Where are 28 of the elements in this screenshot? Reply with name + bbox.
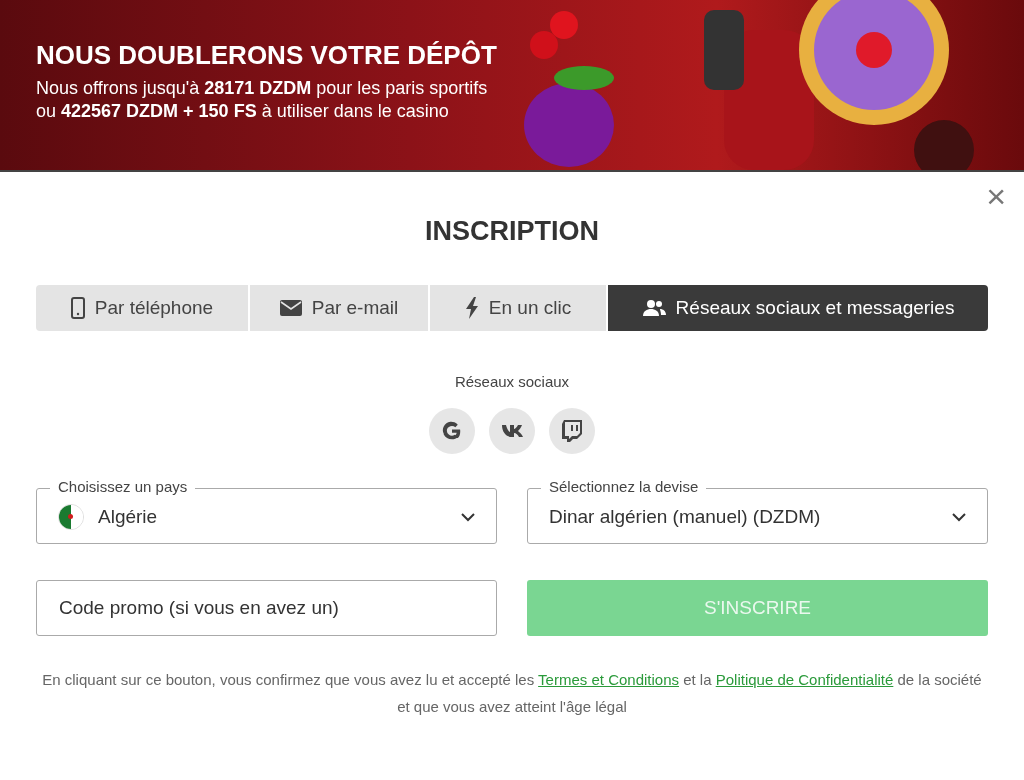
vk-icon <box>501 424 523 438</box>
tab[interactable]: En un clic <box>430 285 606 331</box>
currency-select[interactable]: Sélectionnez la devise Dinar algérien (manuel) (DZDM) <box>527 478 988 544</box>
envelope-icon <box>279 300 302 316</box>
close-button[interactable]: × <box>982 178 1010 214</box>
promo-code-field[interactable]: Code promo (si vous en avez un) <box>36 580 497 636</box>
vk-button[interactable] <box>489 408 535 454</box>
banner-title: NOUS DOUBLERONS VOTRE DÉPÔT <box>36 40 498 71</box>
twitch-icon <box>562 420 582 442</box>
tab[interactable]: Réseaux sociaux et messageries <box>608 285 988 331</box>
tab[interactable]: Par téléphone <box>36 285 248 331</box>
chevron-down-icon <box>461 512 475 522</box>
legal-link[interactable]: Politique de Confidentialité <box>715 671 894 688</box>
tab[interactable]: Par e-mail <box>250 285 428 331</box>
flag-icon <box>58 504 84 530</box>
phone-icon <box>70 297 85 319</box>
people-icon <box>641 300 666 316</box>
dialog-title: INSCRIPTION <box>424 216 600 247</box>
google-button[interactable] <box>429 408 475 454</box>
country-select[interactable]: Choisissez un pays Algérie <box>36 478 497 544</box>
legal-link[interactable]: Termes et Conditions <box>538 671 679 688</box>
google-icon <box>441 420 463 442</box>
chevron-down-icon <box>952 512 966 522</box>
lightning-icon <box>464 297 479 319</box>
banner-text: Nous offrons jusqu'à 28171 DZDM pour les paris sportifs ou 422567 DZDM + 150 FS à utiliser dans le casino <box>36 77 489 123</box>
legal-notice: En cliquant sur ce bouton, vous confirmez que vous avez lu et accepté les Termes et Conditions et la Politique de Confidentialité de la société et que vous avez atteint l'âge légal <box>41 670 983 717</box>
twitch-button[interactable] <box>549 408 595 454</box>
social-label: Réseaux sociaux <box>453 373 571 390</box>
